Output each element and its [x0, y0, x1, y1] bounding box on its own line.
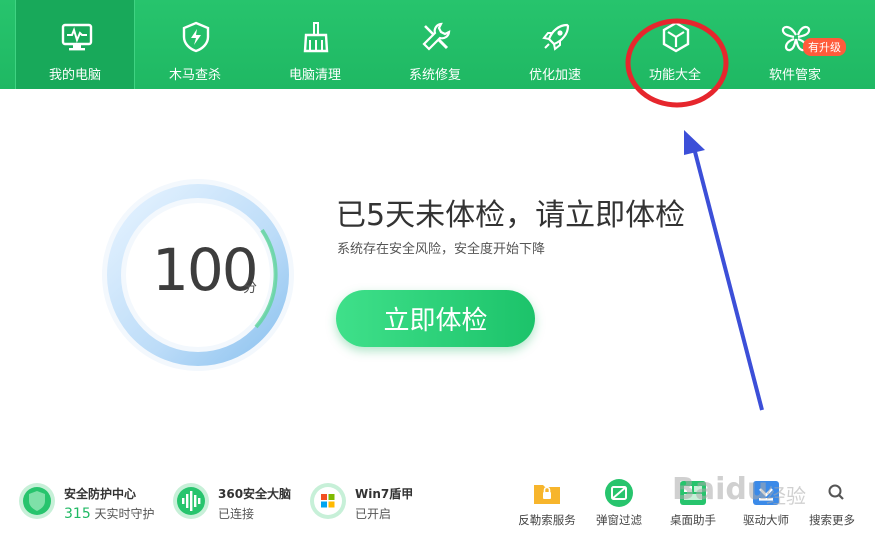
shield-icon — [182, 21, 210, 53]
checkup-subline: 系统存在安全风险，安全度开始下降 — [337, 242, 546, 257]
checkup-headline: 已5天未体检，请立即体检 — [336, 198, 686, 233]
tool-label: 反勒索服务 — [518, 513, 576, 527]
windows-shield-icon — [310, 483, 346, 519]
nav-tab-label: 我的电脑 — [48, 68, 101, 83]
nav-tab-label: 优化加速 — [528, 68, 581, 83]
start-checkup-button[interactable]: 立即体检 — [336, 290, 535, 347]
nav-tab-label: 木马查杀 — [168, 68, 221, 83]
nav-tab-trojan-scan[interactable]: 木马查杀 — [135, 0, 255, 89]
tool-anti-ransomware[interactable]: 反勒索服务 — [512, 478, 582, 528]
tool-popup-filter[interactable]: 弹窗过滤 — [584, 478, 654, 528]
baidu-watermark: Baidu — [672, 472, 769, 507]
status-title: 360安全大脑 — [218, 487, 292, 501]
annotation-arrow-shaft — [692, 147, 764, 411]
monitor-icon — [61, 23, 93, 51]
nav-tab-label: 系统修复 — [408, 68, 461, 83]
security-center-icon — [19, 483, 55, 519]
health-score-value: 100 — [152, 236, 259, 304]
nav-tab-my-computer[interactable]: 我的电脑 — [15, 0, 135, 89]
status-title: 安全防护中心 — [64, 487, 137, 501]
top-nav-bar: 我的电脑 木马查杀 电脑清理 系统修复 优化加速 功能大全 软件管家 有升级 — [0, 0, 875, 89]
nav-tab-label: 软件管家 — [768, 68, 821, 83]
status-subtitle: 已开启 — [355, 507, 392, 521]
status-subtitle: 已连接 — [218, 507, 255, 521]
tool-search-more[interactable]: 搜索更多 — [797, 478, 867, 528]
nav-tab-pc-cleanup[interactable]: 电脑清理 — [255, 0, 375, 89]
security-brain-icon — [173, 483, 209, 519]
status-title: Win7盾甲 — [355, 487, 414, 501]
rocket-icon — [542, 23, 570, 51]
protection-days: 315 — [64, 506, 91, 522]
nav-tab-system-repair[interactable]: 系统修复 — [375, 0, 495, 89]
nav-tab-label: 功能大全 — [648, 68, 701, 83]
nav-tab-label: 电脑清理 — [288, 68, 341, 83]
tool-label: 桌面助手 — [670, 513, 716, 527]
upgrade-badge: 有升级 — [803, 38, 846, 56]
broom-icon — [303, 22, 329, 53]
folder-lock-icon — [534, 485, 560, 504]
search-icon — [828, 484, 844, 500]
cube-icon — [662, 21, 690, 53]
popup-filter-icon — [605, 479, 633, 507]
tool-label: 弹窗过滤 — [596, 513, 642, 527]
tool-label: 搜索更多 — [809, 513, 855, 527]
annotation-arrow-head — [684, 130, 705, 155]
baidu-watermark-suffix: 经验 — [766, 484, 806, 508]
status-subtitle-text: 天实时守护 — [90, 507, 155, 521]
nav-tab-optimize-speed[interactable]: 优化加速 — [495, 0, 615, 89]
wrench-icon — [422, 22, 451, 51]
tool-label: 驱动大师 — [743, 513, 789, 527]
status-subtitle: 315 天实时守护 — [64, 505, 155, 522]
health-score-unit: 分 — [243, 280, 257, 296]
nav-tab-all-features[interactable]: 功能大全 — [615, 0, 735, 89]
